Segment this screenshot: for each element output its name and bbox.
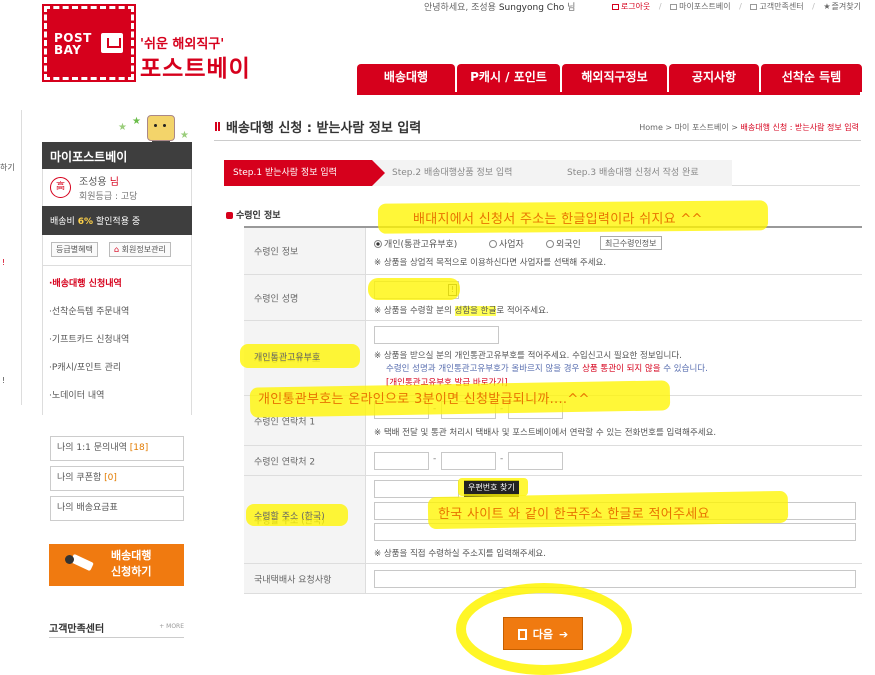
courier-request-input[interactable] — [374, 570, 856, 588]
customs-code-warning: 수령인 성명과 개인통관고유부호가 올바르지 않을 경우 상품 통관이 되지 않… — [386, 364, 708, 374]
user-card: 高 조성용 님 회원등급 : 고당 — [42, 169, 192, 206]
user-name: 조성용 — [79, 177, 107, 188]
discount-banner: 배송비 6% 할인적용 중 — [42, 206, 192, 235]
favorite-link[interactable]: ★즐겨찾기 — [823, 2, 861, 11]
breadcrumb: Home > 마이 포스트베이 > 배송대행 신청 : 받는사람 정보 입력 — [639, 123, 859, 132]
title-bullet-icon — [215, 122, 220, 131]
bullet-icon — [226, 212, 233, 219]
nav-direct-purchase-info[interactable]: 해외직구정보 — [562, 64, 667, 92]
sidebar-item-shipping-history[interactable]: ·배송대행 신청내역 — [43, 270, 191, 298]
edge-text: ! — [2, 258, 6, 267]
annotation-address-korean: 배대지에서 신청서 주소는 한글입력이라 쉬지요 ^^ — [413, 212, 703, 227]
step-1: Step.1 받는사람 정보 입력 — [224, 160, 385, 186]
grade-benefit-button[interactable]: 등급별혜택 — [51, 242, 98, 257]
fee-table-link[interactable]: 나의 배송요금표 — [50, 496, 184, 521]
highlight-marker — [368, 278, 460, 300]
apply-shipping-button[interactable]: 배송대행 신청하기 — [49, 544, 184, 586]
row-recipient-name: 수령인 성명 ! ※ 상품을 수령할 분의 성함을 한글로 적어주세요. — [244, 275, 862, 321]
headset-icon — [750, 4, 758, 10]
step-indicator: Step.2 배송대행상품 정보 입력 Step.3 배송대행 신청서 작성 완… — [224, 160, 860, 186]
document-icon — [517, 629, 527, 640]
radio-foreigner[interactable]: 외국인 — [546, 237, 581, 250]
page-title: 배송대행 신청 : 받는사람 정보 입력 — [226, 121, 422, 136]
member-buttons: 등급별혜택 ⌂ 회원정보관리 — [42, 235, 192, 265]
phone1-note: ※ 택배 전달 및 통관 처리시 택배사 및 포스트베이에서 연락할 수 있는 … — [374, 428, 717, 438]
radio-individual[interactable]: 개인(통관고유부호) — [374, 237, 457, 250]
recent-recipient-button[interactable]: 최근수령인정보 — [600, 236, 662, 250]
edge-text: 하기 — [0, 163, 15, 172]
cs-more-link[interactable]: + MORE — [159, 623, 184, 630]
annotation-korean-address: 한국 사이트 와 같이 한국주소 한글로 적어주세요 — [438, 507, 710, 522]
member-info-button[interactable]: ⌂ 회원정보관리 — [109, 242, 171, 257]
row-phone-2: 수령인 연락처 2 - - — [244, 446, 862, 476]
postbay-logo[interactable]: POST BAY — [42, 4, 136, 82]
customs-code-input[interactable] — [374, 326, 499, 344]
sidebar-item-giftcard[interactable]: ·기프트카드 신청내역 — [43, 326, 191, 354]
step-2: Step.2 배송대행상품 정보 입력 — [372, 160, 542, 186]
address-label-overlay: 수령할 주소 (한국) — [254, 512, 325, 522]
star-icon: ★ — [118, 122, 127, 133]
home-icon — [670, 4, 678, 10]
support-link[interactable]: 고객만족센터 — [750, 2, 804, 11]
annotation-customs-code: 개인통관부호는 온라인으로 3분이면 신청발급되니까....^^ — [258, 392, 590, 407]
address-note: ※ 상품을 직접 수령하실 주소지를 입력해주세요. — [374, 549, 546, 559]
star-icon: ★ — [132, 116, 141, 127]
sidebar-item-nodata[interactable]: ·노데이터 내역 — [43, 382, 191, 410]
member-grade: 회원등급 : 고당 — [79, 192, 138, 202]
nav-first-come-deal[interactable]: 선착순 득템 — [761, 64, 862, 92]
left-edge-banner: 하기 ! ! — [0, 110, 22, 405]
sidebar-item-deal-orders[interactable]: ·선착순득템 주문내역 — [43, 298, 191, 326]
home-icon: ⌂ — [114, 245, 120, 254]
next-button[interactable]: 다음 ➔ — [503, 617, 583, 650]
cs-title: 고객만족센터 — [49, 624, 105, 635]
utility-links: 로그아웃 / 마이포스트베이 / 고객만족센터 / ★즐겨찾기 — [606, 1, 861, 12]
honorific: 님 — [567, 3, 576, 13]
customs-code-label-overlay: 개인통관고유부호 — [254, 353, 321, 363]
brand-name[interactable]: 포스트베이 — [140, 49, 251, 83]
zipcode-button-overlay[interactable]: 우편번호 찾기 — [464, 481, 519, 494]
greeting-text: 안녕하세요, 조성용 — [424, 3, 496, 13]
user-english-name: Sungyong Cho — [498, 3, 565, 13]
nav-underline — [357, 92, 860, 95]
greeting: 안녕하세요, 조성용 Sungyong Cho 님 — [424, 0, 575, 13]
main-nav: 배송대행 P캐시 / 포인트 해외직구정보 공지사항 선착순 득템 — [357, 64, 864, 92]
phone2-part1-input[interactable] — [374, 452, 429, 470]
recipient-type-note: ※ 상품을 상업적 목적으로 이용하신다면 사업자를 선택해 주세요. — [374, 258, 607, 268]
avatar: 高 — [50, 177, 71, 198]
step-3: Step.3 배송대행 신청서 작성 완료 — [532, 160, 732, 186]
lock-icon — [611, 4, 619, 10]
box-icon — [101, 33, 123, 53]
phone2-part3-input[interactable] — [508, 452, 563, 470]
sidebar-menu: ·배송대행 신청내역 ·선착순득템 주문내역 ·기프트카드 신청내역 ·P캐시/… — [42, 265, 192, 415]
phone2-part2-input[interactable] — [441, 452, 496, 470]
sidebar: 마이포스트베이 高 조성용 님 회원등급 : 고당 배송비 6% 할인적용 중 … — [42, 142, 192, 521]
nav-pcash-point[interactable]: P캐시 / 포인트 — [457, 64, 560, 92]
logo-text: POST BAY — [54, 31, 92, 57]
mypage-link[interactable]: 마이포스트베이 — [670, 2, 731, 11]
recipient-name-note: ※ 상품을 수령할 분의 성함을 한글로 적어주세요. — [374, 306, 549, 316]
customs-code-note: ※ 상품을 받으실 분의 개인통관고유부호를 적어주세요. 수입신고시 필요한 … — [374, 351, 682, 361]
section-title: 수령인 정보 — [226, 208, 281, 221]
edge-text: ! — [2, 376, 6, 385]
nav-shipping[interactable]: 배송대행 — [357, 64, 455, 92]
inquiry-link[interactable]: 나의 1:1 문의내역 [18] — [50, 436, 184, 461]
row-recipient-type: 수령인 정보 개인(통관고유부호) 사업자 외국인 최근수령인정보 ※ 상품을 … — [244, 228, 862, 275]
customer-center: 고객만족센터 + MORE — [49, 620, 184, 638]
breadcrumb-current: 배송대행 신청 : 받는사람 정보 입력 — [740, 123, 859, 132]
sidebar-title: 마이포스트베이 — [42, 142, 192, 169]
tape-icon — [63, 553, 99, 573]
sidebar-item-pcash[interactable]: ·P캐시/포인트 관리 — [43, 354, 191, 382]
star-icon: ★ — [823, 2, 831, 11]
radio-business[interactable]: 사업자 — [489, 237, 524, 250]
star-icon: ★ — [180, 130, 189, 141]
arrow-right-icon: ➔ — [559, 628, 569, 641]
nav-notice[interactable]: 공지사항 — [669, 64, 759, 92]
breadcrumb-home[interactable]: Home — [639, 123, 663, 132]
breadcrumb-mypage[interactable]: 마이 포스트베이 — [675, 123, 729, 132]
discount-value: 6% — [77, 217, 93, 227]
coupon-link[interactable]: 나의 쿠폰함 [0] — [50, 466, 184, 491]
zipcode-input[interactable] — [374, 480, 459, 498]
logout-link[interactable]: 로그아웃 — [611, 2, 650, 11]
